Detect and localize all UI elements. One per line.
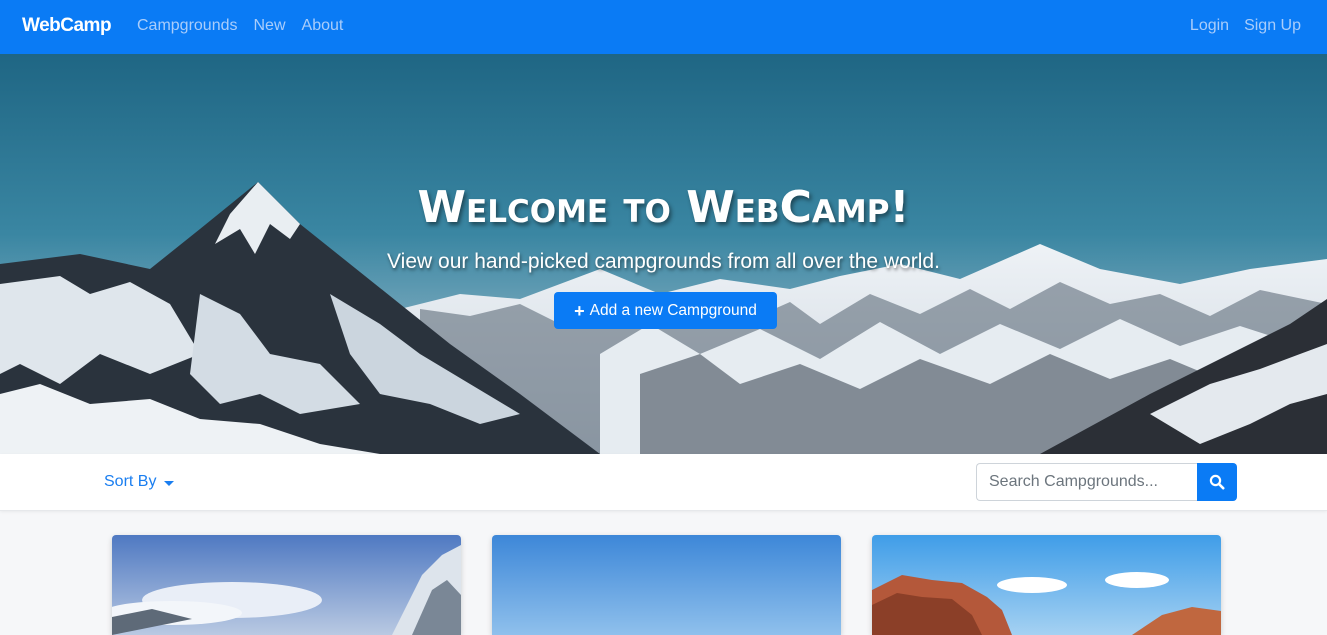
- filter-toolbar: Sort By: [0, 454, 1327, 511]
- nav-link-campgrounds[interactable]: Campgrounds: [137, 17, 238, 35]
- campground-image: [492, 535, 841, 635]
- caret-down-icon: [164, 480, 175, 486]
- search-button[interactable]: [1197, 463, 1237, 501]
- nav-link-about[interactable]: About: [302, 17, 344, 35]
- add-campground-button[interactable]: + Add a new Campground: [554, 292, 777, 329]
- search-input[interactable]: [976, 463, 1197, 501]
- nav-link-login[interactable]: Login: [1190, 17, 1229, 35]
- add-campground-label: Add a new Campground: [589, 301, 757, 319]
- navbar: WebCamp Campgrounds New About Login Sign…: [0, 0, 1327, 54]
- campground-image: [112, 535, 461, 635]
- campground-image: [872, 535, 1221, 635]
- search-form: [976, 463, 1237, 501]
- brand-logo[interactable]: WebCamp: [22, 15, 112, 37]
- plus-icon: +: [574, 300, 585, 321]
- sort-by-dropdown[interactable]: Sort By: [104, 473, 175, 491]
- hero-subtitle: View our hand-picked campgrounds from al…: [387, 250, 940, 273]
- nav-link-signup[interactable]: Sign Up: [1244, 17, 1301, 35]
- hero-title: Welcome to WebCamp!: [417, 182, 910, 233]
- campground-card[interactable]: [112, 535, 461, 635]
- nav-left: Campgrounds New About: [137, 17, 343, 35]
- campground-cards: [0, 511, 1327, 635]
- campground-card[interactable]: [872, 535, 1221, 635]
- campground-card[interactable]: [492, 535, 841, 635]
- nav-right: Login Sign Up: [1190, 17, 1301, 35]
- search-icon: [1209, 474, 1225, 490]
- hero-banner: Welcome to WebCamp! View our hand-picked…: [0, 54, 1327, 454]
- sort-by-label: Sort By: [104, 473, 157, 490]
- nav-link-new[interactable]: New: [254, 17, 286, 35]
